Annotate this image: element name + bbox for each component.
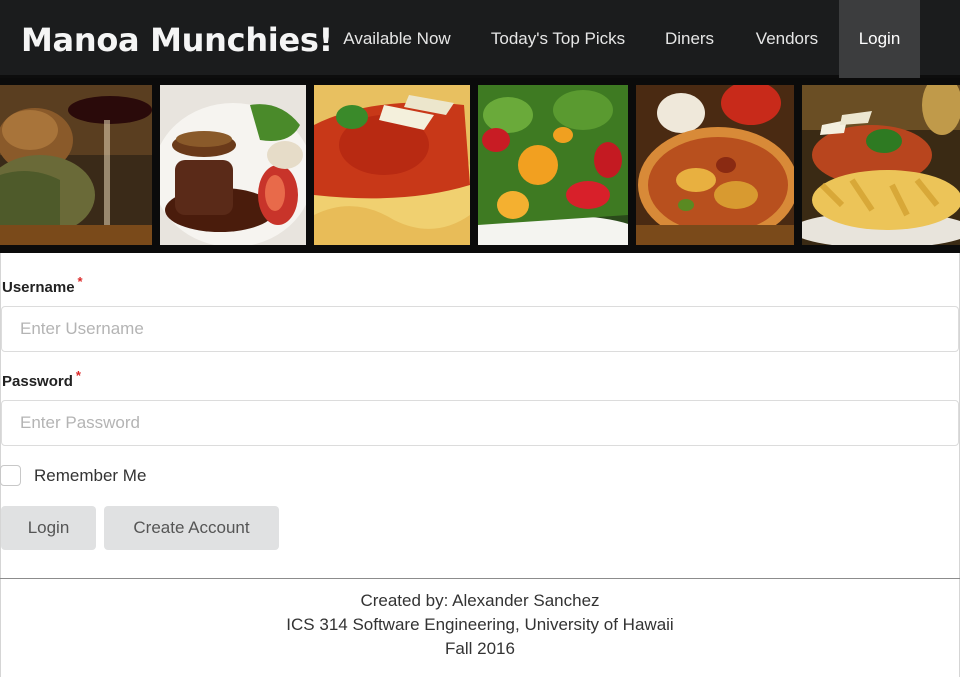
- banner-photo-pizza: [636, 85, 794, 245]
- brand-title[interactable]: Manoa Munchies!: [21, 20, 333, 60]
- banner-photo-steak: [160, 85, 306, 245]
- footer-course: ICS 314 Software Engineering, University…: [286, 615, 674, 634]
- nav-item-todays-top-picks[interactable]: Today's Top Picks: [472, 0, 644, 78]
- banner-photo-penne: [802, 85, 960, 245]
- banner-photo-bread-and-wine: [0, 85, 152, 245]
- banner-photo-salad: [478, 85, 628, 245]
- username-input[interactable]: [1, 306, 959, 352]
- footer-credit: Created by: Alexander Sanchez: [360, 591, 600, 610]
- password-required-mark: *: [75, 368, 81, 383]
- footer-term: Fall 2016: [445, 639, 515, 658]
- create-account-button[interactable]: Create Account: [104, 506, 279, 550]
- nav-item-diners[interactable]: Diners: [644, 0, 735, 78]
- footer-divider: [0, 578, 960, 579]
- password-label: Password *: [2, 368, 81, 390]
- username-label-text: Username: [2, 279, 75, 296]
- nav-item-login[interactable]: Login: [839, 0, 920, 78]
- username-required-mark: *: [77, 274, 83, 289]
- password-input[interactable]: [1, 400, 959, 446]
- nav-item-available-now[interactable]: Available Now: [322, 0, 472, 78]
- login-button[interactable]: Login: [1, 506, 96, 550]
- food-banner: [0, 78, 960, 253]
- top-navbar: Manoa Munchies! Available Now Today's To…: [0, 0, 960, 78]
- password-label-text: Password: [2, 373, 73, 390]
- banner-photo-spaghetti: [314, 85, 470, 245]
- remember-me-label[interactable]: Remember Me: [34, 465, 146, 486]
- username-label: Username *: [2, 274, 83, 296]
- remember-me-checkbox[interactable]: [0, 465, 21, 486]
- nav-item-vendors[interactable]: Vendors: [735, 0, 839, 78]
